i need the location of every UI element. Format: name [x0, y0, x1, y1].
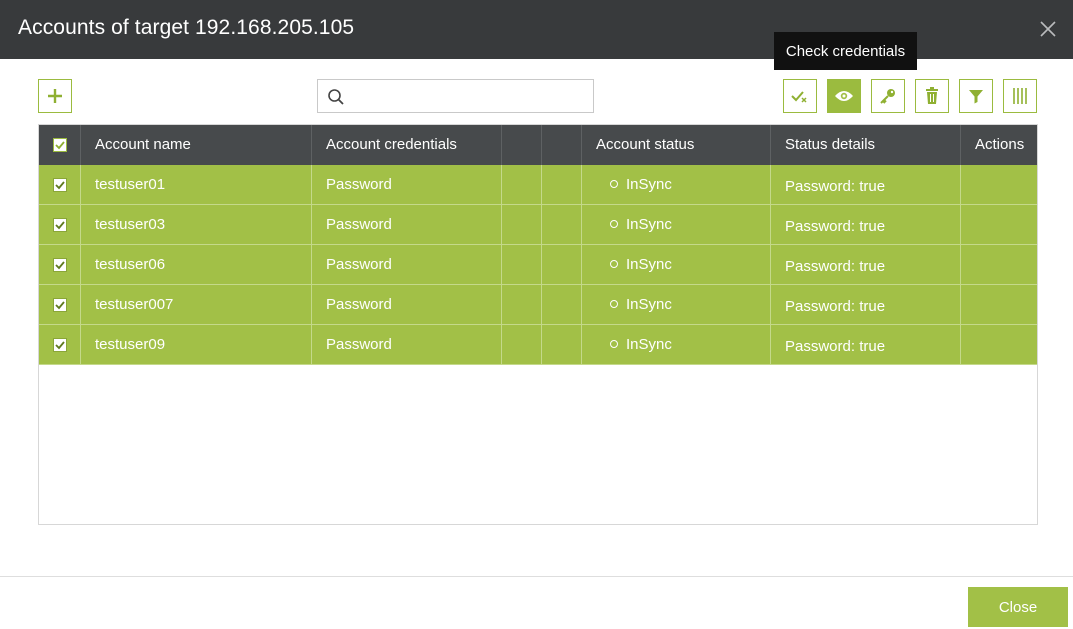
blank-cell — [501, 285, 541, 324]
blank-cell — [541, 205, 581, 244]
check-icon — [55, 221, 65, 230]
row-checkbox[interactable] — [53, 218, 67, 232]
header-account-name[interactable]: Account name — [80, 125, 311, 165]
status-dot-icon — [610, 219, 618, 228]
header-actions: Actions — [960, 125, 1037, 165]
actions-cell — [960, 285, 1037, 324]
check-all-icon — [791, 91, 807, 103]
row-select-cell — [39, 165, 80, 204]
account-status-text: InSync — [626, 216, 672, 233]
delete-button[interactable] — [915, 79, 949, 113]
blank-cell — [501, 165, 541, 204]
account-status-cell: InSync — [581, 285, 770, 324]
account-status-text: InSync — [626, 336, 672, 353]
row-checkbox[interactable] — [53, 298, 67, 312]
header-blank-2 — [541, 125, 581, 165]
columns-button[interactable] — [1003, 79, 1037, 113]
account-credentials-cell: Password — [311, 325, 501, 364]
table-row[interactable]: testuser007 Password InSync Password: true — [39, 285, 1037, 325]
account-name-cell: testuser007 — [80, 285, 311, 324]
blank-cell — [501, 205, 541, 244]
status-details-cell: Password: true — [770, 285, 960, 324]
search-icon — [328, 89, 344, 105]
status-dot-icon — [610, 339, 618, 348]
status-details-cell: Password: true — [770, 205, 960, 244]
table-row[interactable]: testuser06 Password InSync Password: true — [39, 245, 1037, 285]
actions-cell — [960, 165, 1037, 204]
trash-icon — [926, 87, 938, 104]
account-credentials-cell: Password — [311, 285, 501, 324]
table-row[interactable]: testuser09 Password InSync Password: true — [39, 325, 1037, 365]
row-checkbox[interactable] — [53, 338, 67, 352]
row-select-cell — [39, 325, 80, 364]
account-credentials-cell: Password — [311, 165, 501, 204]
blank-cell — [541, 285, 581, 324]
status-dot-icon — [610, 299, 618, 308]
header-account-credentials[interactable]: Account credentials — [311, 125, 501, 165]
check-all-button[interactable] — [783, 79, 817, 113]
plus-icon — [48, 89, 62, 103]
select-all-cell — [39, 125, 80, 165]
account-status-cell: InSync — [581, 205, 770, 244]
check-icon — [55, 261, 65, 270]
account-credentials-cell: Password — [311, 245, 501, 284]
account-status-cell: InSync — [581, 245, 770, 284]
account-name-cell: testuser01 — [80, 165, 311, 204]
row-checkbox[interactable] — [53, 258, 67, 272]
check-credentials-button[interactable] — [827, 79, 861, 113]
header-account-status[interactable]: Account status — [581, 125, 770, 165]
filter-icon — [969, 90, 983, 104]
close-button[interactable]: Close — [968, 587, 1068, 627]
row-checkbox[interactable] — [53, 178, 67, 192]
actions-cell — [960, 325, 1037, 364]
account-status-cell: InSync — [581, 325, 770, 364]
account-credentials-cell: Password — [311, 205, 501, 244]
status-details-cell: Password: true — [770, 325, 960, 364]
search-box[interactable] — [317, 79, 594, 113]
blank-cell — [541, 325, 581, 364]
header-status-details[interactable]: Status details — [770, 125, 960, 165]
actions-cell — [960, 205, 1037, 244]
add-account-button[interactable] — [38, 79, 72, 113]
dialog-title: Accounts of target 192.168.205.105 — [18, 16, 355, 39]
table-row[interactable]: testuser01 Password InSync Password: true — [39, 165, 1037, 205]
change-password-button[interactable] — [871, 79, 905, 113]
row-select-cell — [39, 285, 80, 324]
account-name-cell: testuser03 — [80, 205, 311, 244]
check-icon — [55, 141, 65, 150]
account-name-cell: testuser09 — [80, 325, 311, 364]
account-status-cell: InSync — [581, 165, 770, 204]
table-row[interactable]: testuser03 Password InSync Password: true — [39, 205, 1037, 245]
blank-cell — [541, 245, 581, 284]
accounts-table: Account name Account credentials Account… — [38, 124, 1038, 525]
columns-icon — [1013, 88, 1027, 104]
account-status-text: InSync — [626, 296, 672, 313]
eye-icon — [835, 91, 853, 101]
account-status-text: InSync — [626, 256, 672, 273]
account-status-text: InSync — [626, 176, 672, 193]
footer-divider — [0, 576, 1073, 577]
blank-cell — [501, 325, 541, 364]
status-dot-icon — [610, 259, 618, 268]
status-details-cell: Password: true — [770, 165, 960, 204]
key-icon — [880, 89, 895, 104]
status-details-cell: Password: true — [770, 245, 960, 284]
status-dot-icon — [610, 179, 618, 188]
check-icon — [55, 181, 65, 190]
check-icon — [55, 301, 65, 310]
filter-button[interactable] — [959, 79, 993, 113]
close-icon[interactable] — [1037, 18, 1059, 40]
account-name-cell: testuser06 — [80, 245, 311, 284]
select-all-checkbox[interactable] — [53, 138, 67, 152]
row-select-cell — [39, 245, 80, 284]
row-select-cell — [39, 205, 80, 244]
table-header: Account name Account credentials Account… — [39, 125, 1037, 165]
actions-cell — [960, 245, 1037, 284]
blank-cell — [501, 245, 541, 284]
tooltip: Check credentials — [774, 32, 917, 70]
blank-cell — [541, 165, 581, 204]
check-icon — [55, 341, 65, 350]
search-input[interactable] — [354, 80, 590, 112]
header-blank-1 — [501, 125, 541, 165]
